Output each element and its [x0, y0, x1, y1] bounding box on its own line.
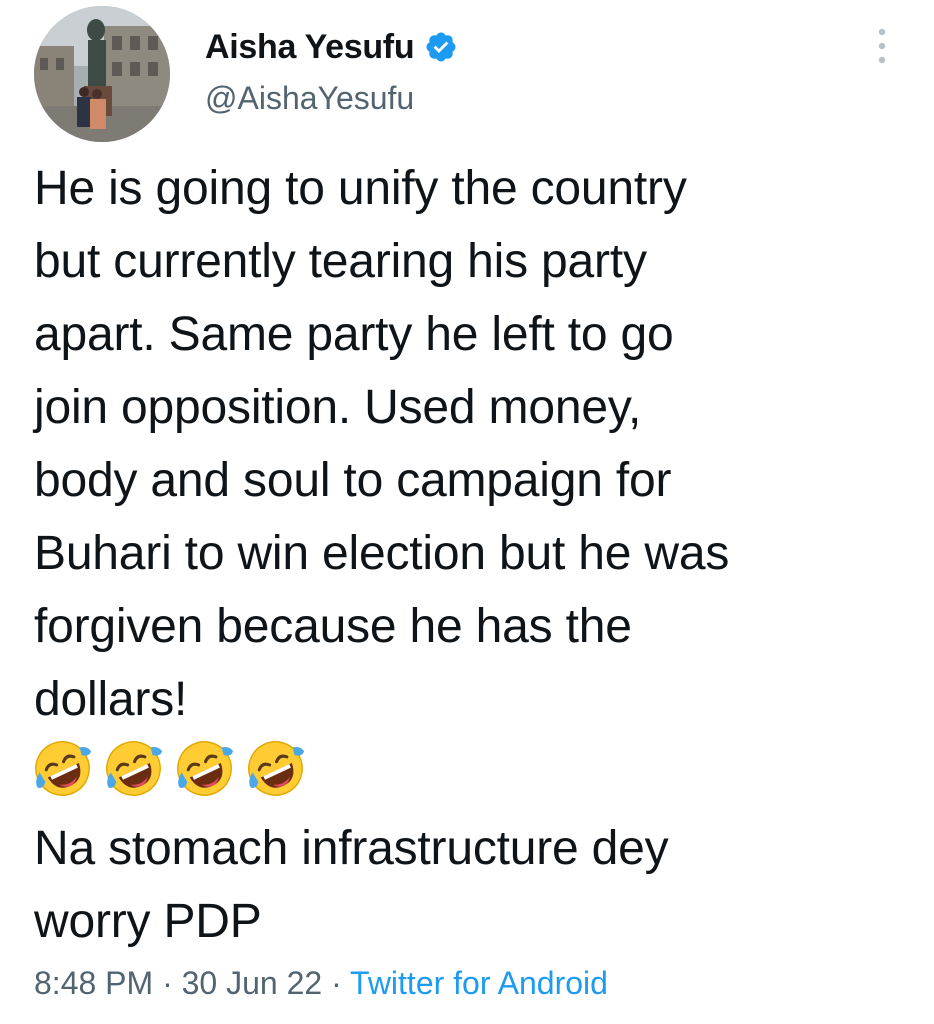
- tweet-text-continued: Na stomach infrastructure dey worry PDP: [34, 822, 669, 948]
- more-vertical-icon[interactable]: [870, 24, 894, 68]
- tweet-source-link[interactable]: Twitter for Android: [350, 965, 608, 1001]
- emoji-row: [32, 738, 306, 799]
- verified-badge-icon: [426, 32, 456, 62]
- tweet-time[interactable]: 8:48 PM: [34, 965, 153, 1001]
- rolling-on-floor-laughing-emoji: [177, 741, 234, 796]
- author-name[interactable]: Aisha Yesufu: [205, 28, 415, 67]
- author-handle[interactable]: @AishaYesufu: [205, 80, 414, 117]
- avatar[interactable]: [34, 6, 170, 142]
- tweet-text: He is going to unify the country but cur…: [34, 162, 730, 726]
- tweet-meta: 8:48 PM · 30 Jun 22 · Twitter for Androi…: [34, 965, 608, 1002]
- meta-separator: ·: [162, 965, 173, 1001]
- author-name-row: Aisha Yesufu: [205, 22, 458, 72]
- meta-separator: ·: [331, 965, 342, 1001]
- tweet: Aisha Yesufu @AishaYesufu He is going to…: [0, 0, 934, 1024]
- rolling-on-floor-laughing-emoji: [248, 741, 305, 796]
- tweet-date[interactable]: 30 Jun 22: [182, 965, 323, 1001]
- avatar-photo: [34, 6, 170, 142]
- rolling-on-floor-laughing-emoji: [106, 741, 163, 796]
- rolling-on-floor-laughing-emoji: [35, 741, 92, 796]
